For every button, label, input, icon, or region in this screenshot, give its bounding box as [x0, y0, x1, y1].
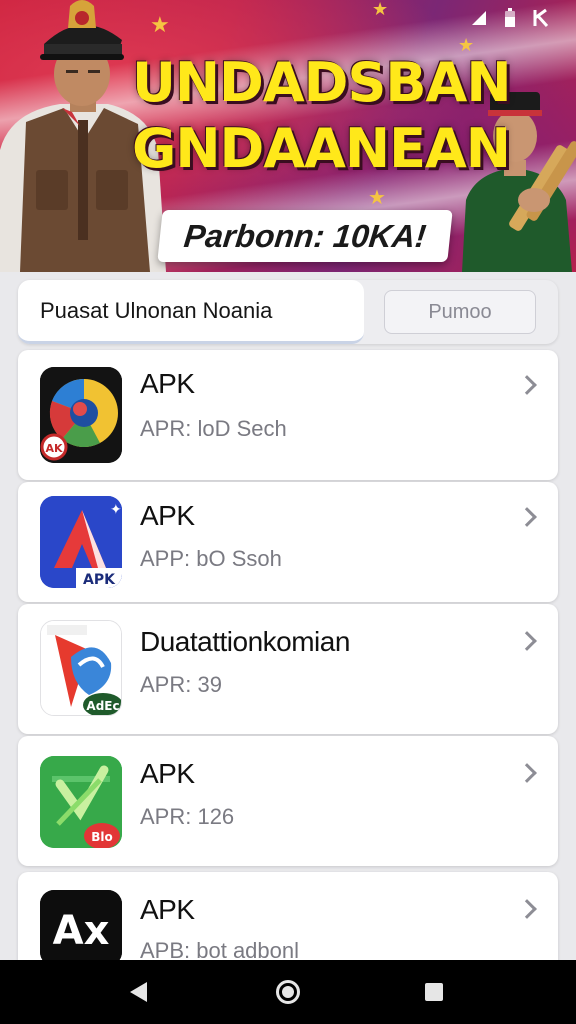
search-input[interactable]: Puasat Ulnonan Noania: [18, 280, 364, 344]
app-badge: AK: [45, 442, 63, 455]
star-icon: ★: [372, 0, 389, 19]
list-item[interactable]: Blo APK APR: 126: [18, 736, 558, 866]
star-icon: ★: [368, 187, 386, 209]
app-title: APK: [140, 758, 195, 789]
promo-banner[interactable]: ★ ★ ★ ★ ★ UNDADSBAN GNDAANE: [0, 0, 576, 272]
app-logo-text: Ax: [53, 908, 110, 954]
color-wheel-icon: AK: [40, 367, 122, 463]
ax-logo-icon: Ax: [40, 890, 122, 966]
system-navigation-bar: [0, 960, 576, 1024]
search-button[interactable]: Pumoo: [384, 290, 536, 334]
search-bar: Puasat Ulnonan Noania Pumoo: [18, 280, 558, 344]
chevron-right-icon: [517, 631, 537, 651]
list-item[interactable]: AK APK APR: loD Sech: [18, 350, 558, 480]
banner-headline: UNDADSBAN: [132, 51, 512, 114]
battery-icon: [505, 8, 515, 27]
app-badge: APK: [83, 572, 116, 588]
notification-icon: [533, 8, 549, 28]
recents-icon[interactable]: [425, 983, 443, 1001]
banner-subline: Parbonn: 10KA!: [157, 210, 453, 262]
red-a-logo-icon: ✦ APK: [40, 496, 122, 588]
chevron-right-icon: [517, 899, 537, 919]
banner-headline: GNDAANEAN: [132, 117, 511, 180]
app-meta: APR: loD Sech: [140, 416, 287, 441]
svg-text:✦: ✦: [110, 502, 122, 518]
green-check-icon: Blo: [40, 756, 122, 848]
status-bar: [470, 8, 554, 28]
chevron-right-icon: [517, 763, 537, 783]
app-title: Duatattionkomian: [140, 626, 350, 657]
app-meta: APR: 39: [140, 672, 222, 697]
chevron-right-icon: [517, 507, 537, 527]
home-icon[interactable]: [276, 980, 300, 1004]
app-badge: Blo: [91, 830, 113, 844]
list-item[interactable]: ✦ APK APK APP: bO Ssoh: [18, 482, 558, 602]
chevron-right-icon: [517, 375, 537, 395]
list-item[interactable]: AdEc Duatattionkomian APR: 39: [18, 604, 558, 734]
app-title: APK: [140, 368, 195, 399]
back-icon[interactable]: [130, 982, 147, 1002]
app-title: APK: [140, 894, 195, 925]
map-pin-icon: AdEc: [40, 620, 122, 716]
app-title: APK: [140, 500, 195, 531]
app-badge: AdEc: [86, 699, 119, 713]
signal-icon: [472, 11, 486, 25]
app-meta: APR: 126: [140, 804, 235, 829]
app-meta: APP: bO Ssoh: [140, 546, 282, 571]
